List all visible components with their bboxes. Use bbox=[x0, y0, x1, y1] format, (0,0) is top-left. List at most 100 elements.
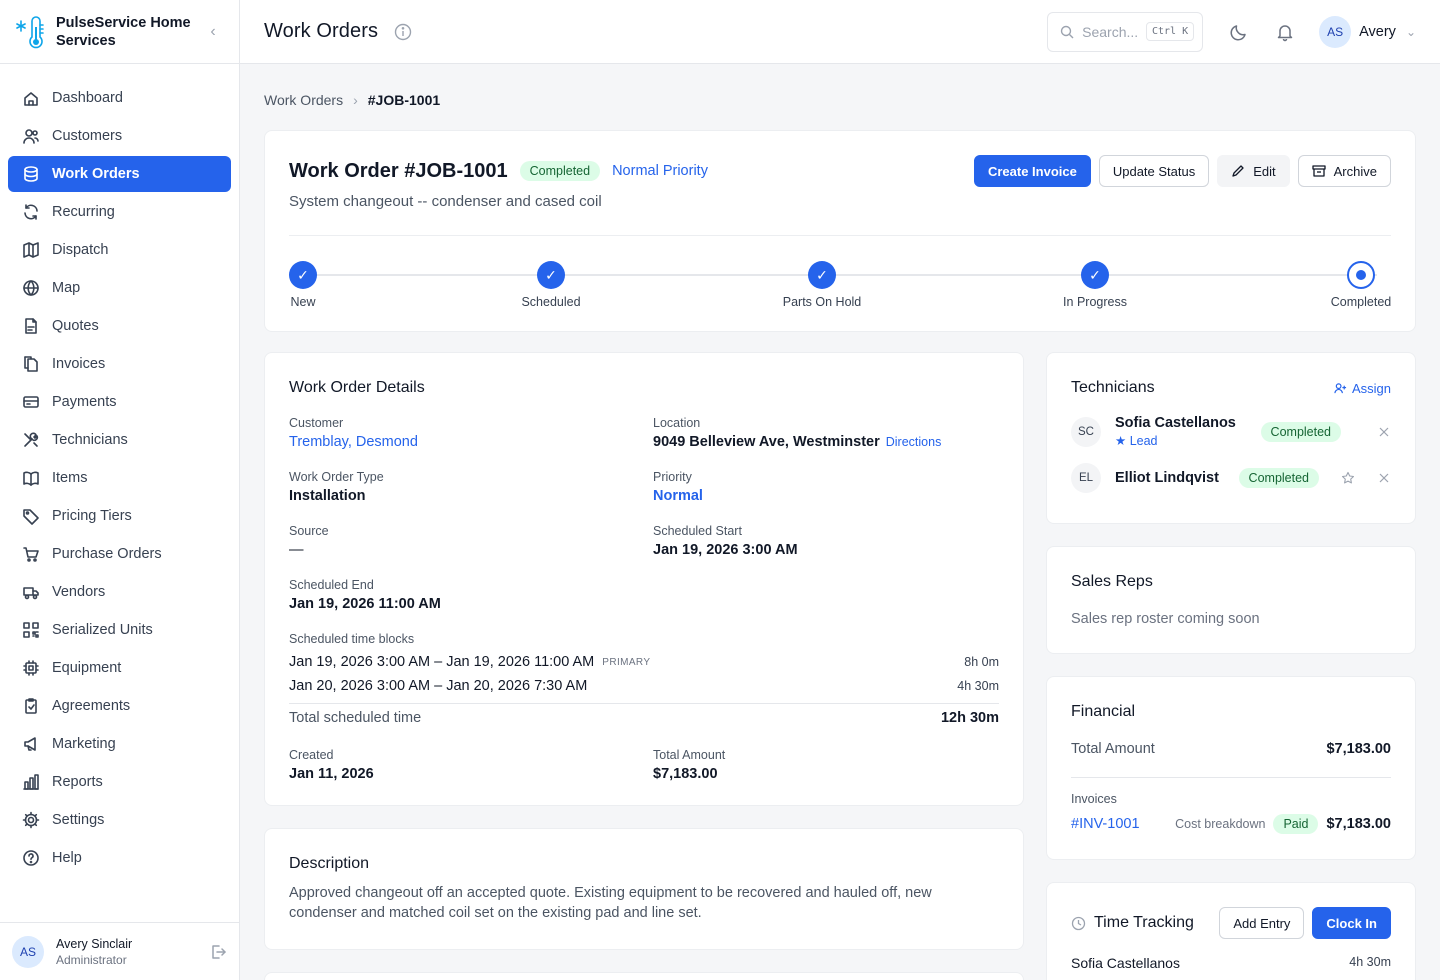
location-label: Location bbox=[653, 416, 701, 430]
archive-button[interactable]: Archive bbox=[1297, 155, 1391, 187]
sidebar-item-label: Settings bbox=[52, 812, 105, 828]
truck-icon bbox=[23, 587, 39, 600]
refresh-icon bbox=[24, 204, 38, 220]
step-label: Completed bbox=[1330, 295, 1392, 309]
clipboard-icon bbox=[25, 698, 37, 714]
sidebar-item-invoices[interactable]: Invoices bbox=[8, 346, 231, 382]
sidebar-item-dashboard[interactable]: Dashboard bbox=[8, 80, 231, 116]
sidebar-item-reports[interactable]: Reports bbox=[8, 764, 231, 800]
sidebar-nav: Dashboard Customers Work Orders Recurring Di… bbox=[0, 64, 239, 922]
sidebar-item-map[interactable]: Map bbox=[8, 270, 231, 306]
create-invoice-button[interactable]: Create Invoice bbox=[973, 155, 1091, 187]
financial-card: Financial Total Amount $7,183.00 Invoice… bbox=[1046, 676, 1416, 860]
technician-name: Elliot Lindqvist bbox=[1115, 470, 1219, 486]
check-icon: ✓ bbox=[289, 261, 317, 289]
sidebar-item-items[interactable]: Items bbox=[8, 460, 231, 496]
sidebar-item-help[interactable]: Help bbox=[8, 840, 231, 876]
sales-reps-empty: Sales rep roster coming soon bbox=[1071, 611, 1260, 627]
bell-icon[interactable] bbox=[1275, 22, 1295, 42]
sidebar-item-marketing[interactable]: Marketing bbox=[8, 726, 231, 762]
technician-status-badge: Completed bbox=[1260, 421, 1341, 442]
total-scheduled-row: Total scheduled time 12h 30m bbox=[289, 703, 999, 726]
sidebar-item-work-orders[interactable]: Work Orders bbox=[8, 156, 231, 192]
time-block-range: Jan 20, 2026 3:00 AM – Jan 20, 2026 7:30… bbox=[289, 678, 588, 694]
book-icon bbox=[23, 471, 39, 486]
sidebar-item-purchase-orders[interactable]: Purchase Orders bbox=[8, 536, 231, 572]
globe-icon bbox=[23, 280, 39, 296]
logout-icon[interactable] bbox=[209, 943, 227, 961]
breadcrumb-parent[interactable]: Work Orders bbox=[264, 92, 343, 108]
location-value: 9049 Belleview Ave, Westminster bbox=[653, 434, 880, 450]
status-badge: Completed bbox=[519, 161, 601, 181]
sidebar-item-label: Invoices bbox=[52, 356, 106, 372]
sidebar-item-vendors[interactable]: Vendors bbox=[8, 574, 231, 610]
time-entry-duration: 4h 30m bbox=[1349, 955, 1391, 969]
type-label: Work Order Type bbox=[289, 470, 384, 484]
add-entry-button[interactable]: Add Entry bbox=[1219, 907, 1305, 939]
technician-row: EL Elliot Lindqvist Completed bbox=[1071, 463, 1391, 493]
invoice-link[interactable]: #INV-1001 bbox=[1071, 816, 1140, 832]
clock-in-button[interactable]: Clock In bbox=[1312, 907, 1391, 939]
edit-label: Edit bbox=[1253, 163, 1276, 179]
assign-label: Assign bbox=[1351, 380, 1391, 396]
customer-link[interactable]: Tremblay, Desmond bbox=[289, 434, 653, 450]
assign-button[interactable]: Assign bbox=[1334, 381, 1391, 396]
created-value: Jan 11, 2026 bbox=[289, 766, 374, 782]
sidebar-item-label: Dashboard bbox=[52, 90, 123, 106]
step-label: Scheduled bbox=[521, 295, 581, 309]
sidebar-item-settings[interactable]: Settings bbox=[8, 802, 231, 838]
sidebar-item-customers[interactable]: Customers bbox=[8, 118, 231, 154]
page-title: Work Orders bbox=[264, 20, 379, 42]
moon-icon[interactable] bbox=[1229, 22, 1249, 42]
search-placeholder: Search... bbox=[1082, 23, 1139, 40]
user-menu-name: Avery bbox=[1359, 23, 1396, 40]
work-order-title: Work Order #JOB-1001 bbox=[289, 159, 508, 182]
tools-icon bbox=[24, 432, 39, 447]
sidebar-item-payments[interactable]: Payments bbox=[8, 384, 231, 420]
step-label: New bbox=[290, 295, 316, 309]
collapse-sidebar-button[interactable]: ‹ bbox=[203, 23, 223, 41]
sidebar-item-label: Dispatch bbox=[52, 242, 109, 258]
chevron-down-icon: ⌄ bbox=[1405, 24, 1416, 39]
sidebar-item-technicians[interactable]: Technicians bbox=[8, 422, 231, 458]
sidebar-item-serialized-units[interactable]: Serialized Units bbox=[8, 612, 231, 648]
sidebar-item-label: Customers bbox=[52, 128, 123, 144]
sidebar-item-agreements[interactable]: Agreements bbox=[8, 688, 231, 724]
star-icon[interactable] bbox=[1341, 471, 1355, 485]
sidebar-item-pricing-tiers[interactable]: Pricing Tiers bbox=[8, 498, 231, 534]
sidebar-item-label: Map bbox=[52, 280, 81, 296]
close-icon[interactable] bbox=[1377, 471, 1391, 485]
start-label: Scheduled Start bbox=[653, 524, 742, 538]
sidebar-item-label: Serialized Units bbox=[52, 622, 153, 638]
step-label: In Progress bbox=[1063, 295, 1127, 309]
time-entry-name: Sofia Castellanos bbox=[1071, 955, 1180, 971]
close-icon[interactable] bbox=[1377, 425, 1391, 439]
sidebar-item-recurring[interactable]: Recurring bbox=[8, 194, 231, 230]
edit-button[interactable]: Edit bbox=[1217, 155, 1290, 187]
sidebar-item-label: Payments bbox=[52, 394, 117, 410]
sidebar-item-label: Reports bbox=[52, 774, 103, 790]
sidebar-item-quotes[interactable]: Quotes bbox=[8, 308, 231, 344]
info-icon[interactable] bbox=[394, 23, 412, 41]
user-menu[interactable]: AS Avery ⌄ bbox=[1319, 15, 1416, 48]
sidebar-item-label: Items bbox=[52, 470, 88, 486]
update-status-button[interactable]: Update Status bbox=[1098, 155, 1210, 187]
search-input[interactable]: Search... Ctrl K bbox=[1047, 11, 1204, 52]
lead-label: Lead bbox=[1129, 434, 1158, 448]
description-title: Description bbox=[289, 855, 370, 872]
priority-value: Normal bbox=[653, 488, 703, 504]
step-new: ✓ New bbox=[289, 261, 317, 309]
details-title: Work Order Details bbox=[289, 379, 425, 396]
sidebar-item-dispatch[interactable]: Dispatch bbox=[8, 232, 231, 268]
thermometer-logo-icon bbox=[16, 15, 44, 48]
sidebar-item-equipment[interactable]: Equipment bbox=[8, 650, 231, 686]
cart-icon bbox=[23, 547, 39, 562]
help-icon bbox=[23, 850, 39, 866]
start-value: Jan 19, 2026 3:00 AM bbox=[653, 542, 798, 558]
time-block-range: Jan 19, 2026 3:00 AM – Jan 19, 2026 11:0… bbox=[289, 654, 595, 670]
cost-breakdown-link[interactable]: Cost breakdown bbox=[1175, 817, 1265, 831]
technician-row: SC Sofia Castellanos ★ Lead Completed bbox=[1071, 415, 1391, 448]
step-in-progress: ✓ In Progress bbox=[1063, 261, 1127, 309]
directions-link[interactable]: Directions bbox=[886, 435, 942, 449]
check-icon: ✓ bbox=[1081, 261, 1109, 289]
